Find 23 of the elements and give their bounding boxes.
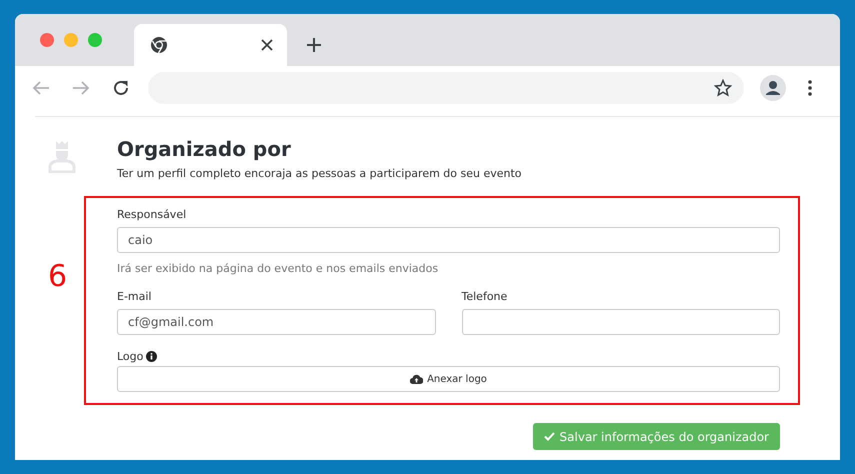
- attach-button[interactable]: Anexar logo: [117, 366, 780, 392]
- profile-icon[interactable]: [760, 75, 786, 101]
- person-icon: [48, 139, 76, 173]
- field-label: Logo: [117, 350, 144, 362]
- browser-logo-icon: [150, 36, 168, 54]
- text-field[interactable]: cf@gmail.com: [117, 309, 436, 335]
- field-label: Responsável: [117, 208, 186, 220]
- section-title: Organizado por: [117, 137, 292, 161]
- field-label: E-mail: [117, 290, 152, 302]
- text-field[interactable]: [462, 309, 780, 335]
- check-icon: [544, 432, 555, 441]
- section-subtitle: Ter um perfil completo encoraja as pessoas a participarem do seu evento: [117, 167, 522, 180]
- step-number: 6: [48, 260, 68, 294]
- field-label: Telefone: [462, 290, 508, 302]
- new-tab-icon[interactable]: [306, 37, 322, 53]
- reload-icon[interactable]: [112, 79, 130, 97]
- browser-tab[interactable]: [134, 24, 287, 66]
- close-icon[interactable]: [261, 39, 273, 51]
- cloud-upload-icon: [410, 374, 424, 384]
- star-icon[interactable]: [714, 79, 732, 97]
- menu-icon[interactable]: [808, 80, 812, 96]
- text-field[interactable]: caio: [117, 227, 780, 253]
- field-hint: Irá ser exibido na página do evento e nos emails enviados: [117, 262, 440, 275]
